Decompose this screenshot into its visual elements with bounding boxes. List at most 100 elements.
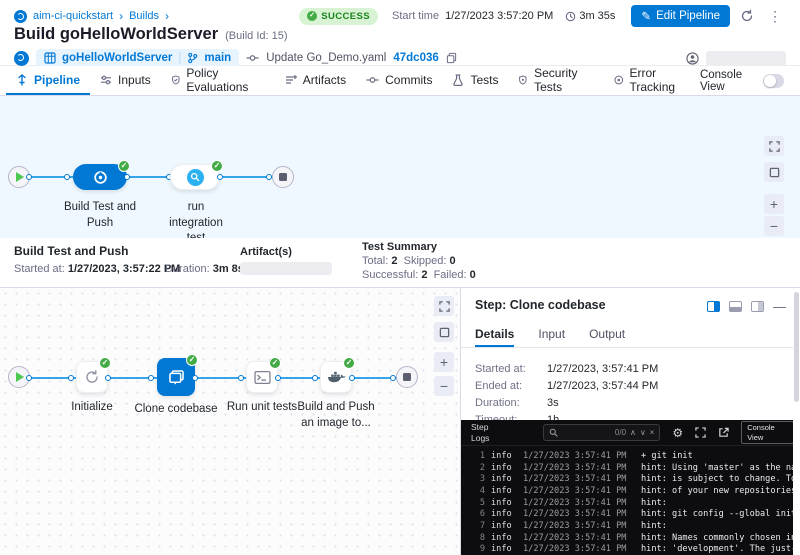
panel-scrollbar[interactable] — [793, 288, 800, 555]
layout-right-panel-icon[interactable] — [707, 301, 720, 312]
step-node-label[interactable]: Clone codebase — [130, 402, 222, 418]
step-node-label[interactable]: Initialize — [56, 400, 128, 416]
field-label: Duration: — [475, 397, 547, 409]
log-console-title: Step Logs — [471, 422, 503, 442]
artifacts-label: Artifact(s) — [240, 246, 292, 258]
step-details-panel: Step: Clone codebase — Details Input Out… — [460, 288, 800, 555]
canvas-zoom-in-button[interactable]: + — [764, 194, 784, 214]
stage-name: Build Test and Push — [14, 244, 128, 258]
error-tracking-icon — [614, 74, 624, 86]
status-badge: ✓ SUCCESS — [299, 8, 378, 25]
step-node-build-and-push[interactable]: ✓ — [320, 361, 352, 393]
canvas-fullscreen-button[interactable] — [434, 296, 454, 316]
step-node-clone-codebase[interactable]: ✓ — [157, 358, 195, 396]
log-open-external-icon[interactable] — [718, 427, 729, 438]
stage-details-strip: Build Test and Push Started at: 1/27/202… — [0, 238, 800, 288]
tab-inputs[interactable]: Inputs — [90, 66, 161, 95]
commit-icon — [246, 52, 259, 64]
play-icon — [16, 172, 24, 182]
log-line: 7info1/27/2023 3:57:41 PMhint: — [461, 520, 794, 532]
kebab-menu-icon[interactable]: ⋮ — [764, 8, 786, 25]
chevron-right-icon: › — [165, 10, 169, 22]
tab-label: Policy Evaluations — [186, 66, 264, 94]
step-graph-canvas[interactable]: ✓ ✓ ✓ ✓ Initialize Clone codebase Run un… — [0, 288, 460, 555]
tab-tests[interactable]: Tests — [442, 66, 508, 95]
tab-label: Tests — [470, 73, 498, 87]
scrollbar-thumb[interactable] — [794, 292, 799, 402]
refresh-icon[interactable] — [736, 9, 758, 23]
tab-error-tracking[interactable]: Error Tracking — [604, 66, 700, 95]
stage-node-build-test-and-push[interactable]: ✓ — [73, 164, 127, 190]
search-match-counter: 0/0 — [615, 428, 626, 437]
tab-label: Error Tracking — [629, 66, 689, 94]
tab-artifacts[interactable]: Artifacts — [275, 66, 356, 95]
stage-node-label[interactable]: Build Test and Push — [58, 200, 142, 231]
canvas-fit-view-button[interactable] — [764, 162, 784, 182]
tab-details[interactable]: Details — [475, 322, 514, 347]
inputs-icon — [100, 74, 112, 86]
console-view-toggle-group: Console View — [700, 66, 794, 95]
tab-policy-evaluations[interactable]: Policy Evaluations — [161, 66, 275, 95]
field-value: 1/27/2023, 3:57:44 PM — [547, 380, 658, 392]
tab-output[interactable]: Output — [589, 322, 625, 347]
commit-message: Update Go_Demo.yaml — [266, 52, 386, 64]
minimize-panel-icon[interactable]: — — [773, 300, 786, 313]
console-view-toggle[interactable] — [763, 74, 784, 88]
canvas-fullscreen-button[interactable] — [764, 136, 784, 156]
log-console-view-button[interactable]: Console View — [741, 421, 794, 444]
repo-icon — [44, 52, 56, 64]
breadcrumb-project[interactable]: aim-ci-quickstart — [33, 10, 113, 22]
tab-label: Security Tests — [534, 66, 594, 94]
success-badge-icon: ✓ — [186, 354, 198, 366]
repo-name[interactable]: goHelloWorldServer — [62, 52, 172, 64]
play-icon — [16, 372, 24, 382]
search-next-icon[interactable]: ∨ — [640, 428, 646, 437]
log-fullscreen-icon[interactable] — [695, 427, 706, 438]
field-value: 3s — [547, 397, 559, 409]
step-panel-title: Step: Clone codebase — [475, 298, 606, 312]
tab-label: Pipeline — [34, 73, 80, 87]
canvas-zoom-out-button[interactable]: − — [434, 376, 454, 396]
log-settings-gear-icon[interactable]: ⚙ — [672, 426, 683, 440]
canvas-zoom-in-button[interactable]: + — [434, 352, 454, 372]
stage-graph-canvas[interactable]: ✓ ✓ Build Test and Push run integration … — [0, 96, 800, 238]
step-node-initialize[interactable]: ✓ — [76, 361, 108, 393]
log-line: 9info1/27/2023 3:57:41 PMhint: 'developm… — [461, 544, 794, 555]
branch-icon — [187, 52, 198, 64]
search-close-icon[interactable]: × — [650, 428, 655, 437]
log-line: 2info1/27/2023 3:57:41 PMhint: Using 'ma… — [461, 462, 794, 474]
test-stage-icon — [187, 169, 204, 186]
stage-duration: Duration: 3m 8s — [165, 263, 244, 275]
tab-pipeline[interactable]: Pipeline — [6, 66, 90, 95]
tab-security-tests[interactable]: Security Tests — [508, 66, 603, 95]
copy-icon[interactable] — [446, 52, 457, 64]
repo-branch-pill[interactable]: goHelloWorldServer | main — [36, 49, 239, 67]
build-page: aim-ci-quickstart › Builds › ✓ SUCCESS S… — [0, 0, 800, 555]
build-tabs: Pipeline Inputs Policy Evaluations Artif… — [0, 66, 800, 96]
step-node-label[interactable]: Build and Push an image to... — [290, 400, 382, 431]
layout-bottom-panel-icon[interactable] — [729, 301, 742, 312]
canvas-zoom-out-button[interactable]: − — [764, 216, 784, 236]
step-node-run-unit-tests[interactable]: ✓ — [246, 361, 278, 393]
canvas-fit-view-button[interactable] — [434, 322, 454, 342]
layout-split-panel-icon[interactable] — [751, 301, 764, 312]
edit-pipeline-button[interactable]: ✎ Edit Pipeline — [631, 5, 730, 27]
artifacts-icon — [285, 74, 297, 86]
commit-hash-link[interactable]: 47dc036 — [393, 52, 438, 64]
step-detail-fields: Started at:1/27/2023, 3:57:41 PM Ended a… — [475, 360, 658, 428]
breadcrumb: aim-ci-quickstart › Builds › ✓ SUCCESS S… — [0, 0, 800, 24]
tab-commits[interactable]: Commits — [356, 66, 442, 95]
divider: | — [178, 52, 181, 64]
commit-info-row: goHelloWorldServer | main Update Go_Demo… — [0, 44, 800, 67]
search-prev-icon[interactable]: ∧ — [630, 428, 636, 437]
success-badge-icon: ✓ — [99, 357, 111, 369]
log-line: 3info1/27/2023 3:57:41 PMhint: is subjec… — [461, 473, 794, 485]
tab-input[interactable]: Input — [538, 322, 565, 347]
test-summary-title: Test Summary — [362, 241, 437, 253]
breadcrumb-builds[interactable]: Builds — [129, 10, 159, 22]
log-search-input[interactable]: 0/0 ∧ ∨ × — [543, 424, 660, 441]
stage-node-run-integration-test[interactable]: ✓ — [170, 164, 220, 190]
policy-icon — [171, 74, 181, 86]
branch-name[interactable]: main — [204, 52, 231, 64]
duration-text: 3m 35s — [579, 10, 615, 22]
